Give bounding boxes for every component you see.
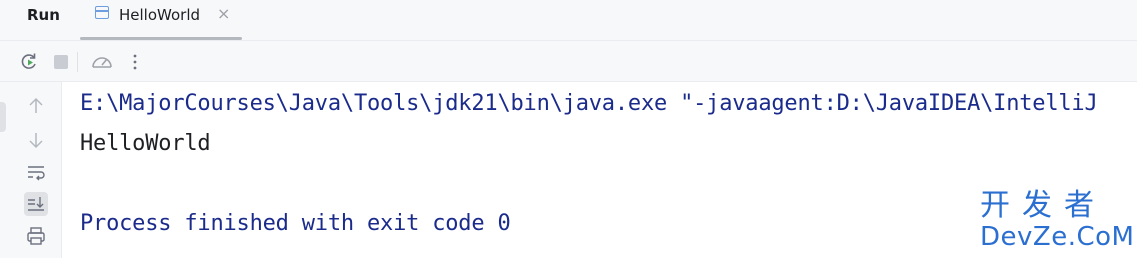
profiler-icon[interactable]	[90, 51, 112, 73]
run-toolbar	[0, 40, 1137, 82]
watermark-english: DevZe.CoM	[980, 222, 1135, 252]
scroll-to-end-icon[interactable]	[24, 192, 48, 216]
console-command-line: E:\MajorCourses\Java\Tools\jdk21\bin\jav…	[80, 91, 1098, 116]
console-exit-message: Process finished with exit code 0	[80, 211, 511, 236]
gutter-marker	[0, 102, 6, 132]
toolbar-separator	[77, 52, 78, 72]
soft-wrap-icon[interactable]	[24, 160, 48, 184]
rerun-icon[interactable]	[18, 51, 40, 73]
up-arrow-icon[interactable]	[24, 94, 48, 118]
close-icon[interactable]: ×	[217, 4, 230, 24]
tab-helloworld[interactable]: HelloWorld ×	[80, 0, 242, 40]
tab-label: HelloWorld	[119, 6, 201, 24]
run-config-icon	[95, 6, 109, 19]
console-output[interactable]: E:\MajorCourses\Java\Tools\jdk21\bin\jav…	[62, 82, 1137, 258]
stop-icon[interactable]	[50, 51, 72, 73]
run-tool-window-header: Run HelloWorld ×	[0, 0, 1137, 40]
more-icon[interactable]	[124, 51, 146, 73]
console-side-toolbar	[0, 82, 62, 258]
console-program-output: HelloWorld	[80, 131, 211, 156]
run-title: Run	[27, 6, 60, 24]
down-arrow-icon[interactable]	[24, 128, 48, 152]
print-icon[interactable]	[24, 224, 48, 248]
watermark-chinese: 开发者	[980, 188, 1106, 223]
